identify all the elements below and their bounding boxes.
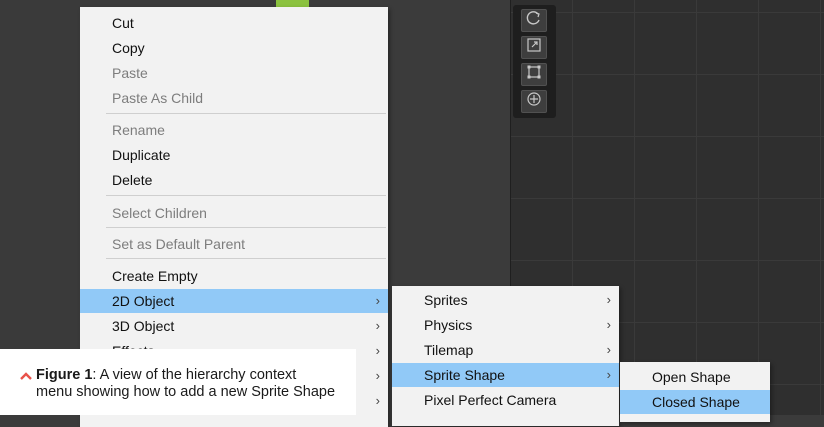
rotate-tool-icon[interactable]: [521, 9, 547, 32]
chevron-right-icon: ›: [375, 293, 380, 308]
menu-item-create-empty[interactable]: Create Empty: [80, 264, 388, 288]
scene-tool-palette: [513, 5, 556, 118]
menu-item-cut[interactable]: Cut: [80, 11, 388, 35]
chevron-right-icon: ›: [606, 367, 611, 382]
submenu-item-sprites[interactable]: Sprites ›: [392, 288, 619, 312]
submenu-item-closed-shape[interactable]: Closed Shape: [620, 390, 770, 414]
menu-item-2d-object[interactable]: 2D Object ›: [80, 289, 388, 313]
menu-separator: [106, 195, 386, 196]
menu-item-duplicate[interactable]: Duplicate: [80, 143, 388, 167]
transform-tool-icon[interactable]: [521, 90, 547, 113]
menu-separator: [106, 227, 386, 228]
menu-item-paste: Paste: [112, 65, 148, 81]
submenu-sprite-shape: Open Shape Closed Shape: [620, 362, 770, 422]
chevron-right-icon: ›: [606, 292, 611, 307]
submenu-item-open-shape[interactable]: Open Shape: [620, 365, 770, 389]
caption-text: Figure 1: A view of the hierarchy contex…: [36, 367, 336, 401]
submenu-item-pixel-perfect-camera[interactable]: Pixel Perfect Camera: [392, 388, 619, 412]
chevron-right-icon: ›: [375, 318, 380, 333]
menu-item-paste-as-child: Paste As Child: [112, 90, 204, 106]
submenu-item-physics[interactable]: Physics ›: [392, 313, 619, 337]
chevron-right-icon: ›: [375, 393, 380, 408]
menu-item-select-children: Select Children: [112, 205, 207, 221]
chevron-right-icon: ›: [606, 342, 611, 357]
submenu-item-tilemap[interactable]: Tilemap ›: [392, 338, 619, 362]
submenu-item-sprite-shape[interactable]: Sprite Shape ›: [392, 363, 619, 387]
menu-separator: [106, 113, 386, 114]
chevron-right-icon: ›: [375, 343, 380, 358]
menu-item-copy[interactable]: Copy: [80, 36, 388, 60]
submenu-2d-object: Sprites › Physics › Tilemap › Sprite Shape ›…: [392, 286, 619, 426]
scale-tool-icon[interactable]: [521, 36, 547, 59]
figure-caption: Figure 1: A view of the hierarchy contex…: [0, 349, 356, 415]
figure-label: Figure 1: [36, 367, 93, 383]
chevron-up-icon: [20, 372, 32, 380]
rect-tool-icon[interactable]: [521, 63, 547, 86]
chevron-right-icon: ›: [375, 368, 380, 383]
menu-item-set-default-parent: Set as Default Parent: [112, 236, 246, 252]
menu-item-delete[interactable]: Delete: [80, 168, 388, 192]
menu-item-3d-object[interactable]: 3D Object ›: [80, 314, 388, 338]
menu-separator: [106, 258, 386, 259]
chevron-right-icon: ›: [606, 317, 611, 332]
menu-item-rename: Rename: [112, 122, 165, 138]
